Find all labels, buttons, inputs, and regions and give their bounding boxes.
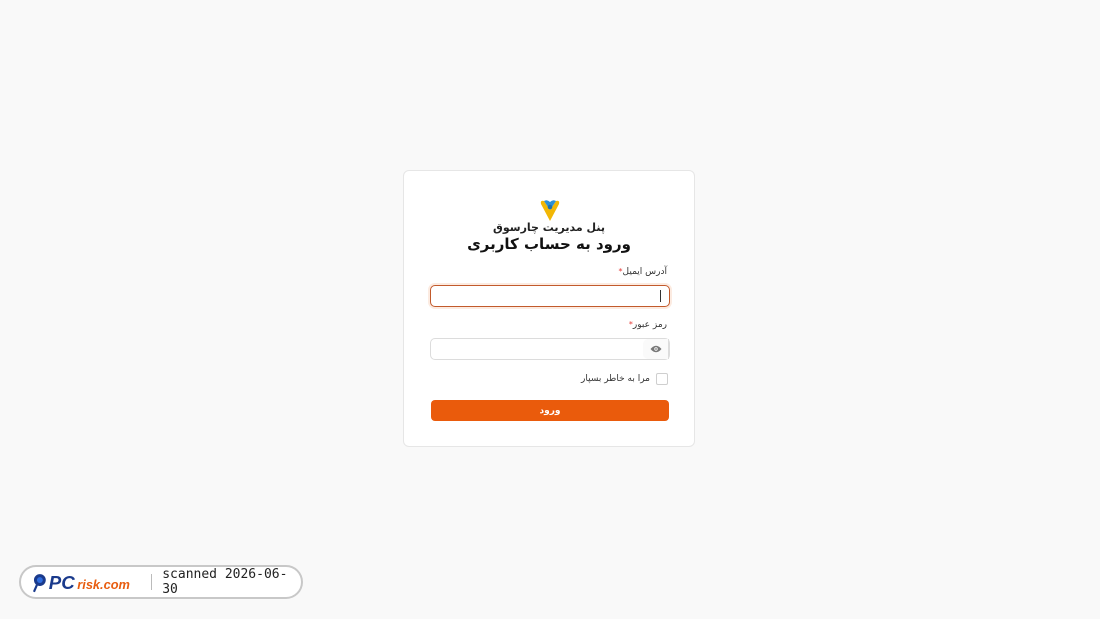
email-label-text: آدرس ایمیل [622,267,667,277]
remember-checkbox[interactable] [656,373,668,385]
password-label-text: رمز عبور [632,320,667,330]
login-card: پنل مدیریت چارسوق ورود به حساب کاربری آد… [403,170,695,447]
watermark-separator [151,574,153,590]
pcrisk-logo-icon: PC risk.com [32,572,130,593]
remember-me[interactable]: مرا به خاطر بسپار [581,373,668,385]
eye-icon [650,345,661,353]
brand-name: پنل مدیریت چارسوق [493,221,605,234]
password-label: رمز عبور* [629,320,667,330]
remember-label: مرا به خاطر بسپار [581,374,650,384]
watermark-text: scanned 2026-06-30 [162,567,288,597]
toggle-password-button[interactable] [643,339,669,359]
svg-text:risk.com: risk.com [77,577,130,592]
page: پنل مدیریت چارسوق ورود به حساب کاربری آد… [0,0,1100,619]
password-input[interactable] [431,339,643,359]
password-group [430,338,670,360]
svg-text:PC: PC [49,572,75,593]
email-input[interactable] [430,285,670,307]
login-button[interactable]: ورود [431,400,669,421]
email-label: آدرس ایمیل* [619,267,667,277]
text-caret [660,290,661,302]
page-title: ورود به حساب کاربری [467,235,631,253]
watermark: PC risk.com scanned 2026-06-30 [19,565,303,599]
brand-logo-icon [540,200,560,221]
